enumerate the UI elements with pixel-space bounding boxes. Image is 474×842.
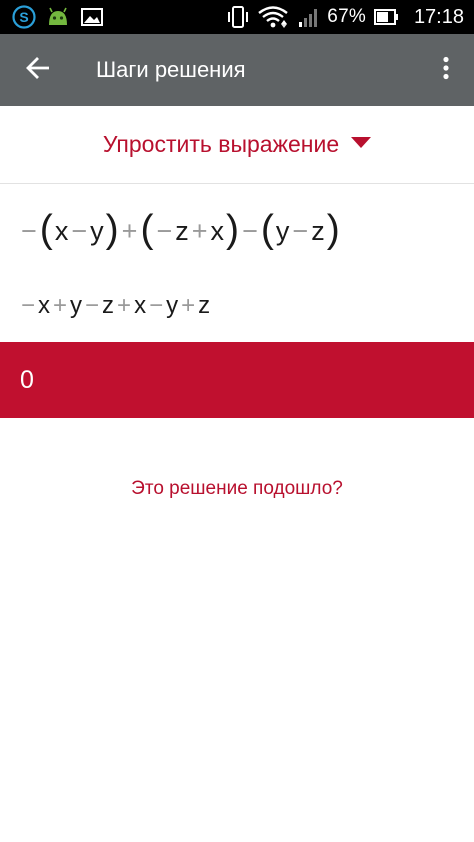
svg-text:S: S [19, 9, 28, 25]
signal-icon [297, 6, 319, 28]
action-dropdown[interactable]: Упростить выражение [0, 106, 474, 184]
math-variable: y [90, 215, 104, 246]
status-left-icons: S [12, 5, 104, 29]
math-paren: ( [140, 208, 154, 252]
math-operator: − [85, 292, 100, 319]
solution-step-1[interactable]: − ( x − y ) + ( − z + x ) − ( y − z ) [0, 200, 474, 262]
math-variable: y [166, 292, 179, 319]
solution-step-2[interactable]: − x + y − z + x − y + z [0, 282, 474, 330]
math-variable: z [198, 292, 211, 319]
wifi-icon [257, 5, 289, 29]
image-icon [80, 6, 104, 28]
result-row[interactable]: 0 [0, 342, 474, 418]
feedback-link[interactable]: Это решение подошло? [0, 478, 474, 500]
math-operator: + [181, 292, 196, 319]
status-right-icons: 67% 17:18 [227, 5, 464, 29]
math-paren: ( [260, 208, 274, 252]
math-operator: − [292, 215, 309, 246]
math-operator: − [71, 215, 88, 246]
math-variable: x [134, 292, 147, 319]
app-bar: Шаги решения [0, 34, 474, 106]
triangle-down-icon [351, 136, 372, 154]
vibrate-icon [227, 5, 249, 29]
battery-icon [373, 7, 400, 27]
back-button[interactable] [2, 34, 74, 106]
math-variable: z [175, 215, 189, 246]
math-operator: − [21, 292, 36, 319]
math-operator: + [121, 215, 138, 246]
math-variable: z [102, 292, 115, 319]
math-variable: z [311, 215, 325, 246]
android-head-icon [46, 5, 70, 29]
math-variable: x [54, 215, 69, 246]
math-operator: − [156, 215, 173, 246]
status-bar: S 67% 17:18 [0, 0, 474, 34]
math-paren: ( [39, 208, 53, 252]
skype-icon: S [12, 5, 36, 29]
math-operator: + [117, 292, 132, 319]
math-operator: + [53, 292, 68, 319]
math-operator: − [242, 215, 258, 246]
more-vertical-icon [442, 56, 450, 85]
math-variable: x [210, 215, 225, 246]
math-variable: y [275, 215, 290, 246]
math-paren: ) [226, 208, 240, 252]
math-paren: ) [105, 208, 119, 252]
page-title: Шаги решения [96, 57, 246, 82]
math-paren: ) [326, 208, 340, 252]
math-operator: + [191, 215, 208, 246]
math-operator: − [149, 292, 164, 319]
math-operator: − [21, 215, 37, 246]
arrow-left-icon [25, 55, 51, 86]
clock: 17:18 [413, 5, 464, 28]
battery-percent: 67% [327, 6, 366, 27]
result-value: 0 [20, 365, 34, 394]
math-variable: y [70, 292, 83, 319]
math-variable: x [38, 292, 51, 319]
dropdown-selected-value: Упростить выражение [102, 131, 340, 157]
more-options-button[interactable] [418, 34, 474, 106]
